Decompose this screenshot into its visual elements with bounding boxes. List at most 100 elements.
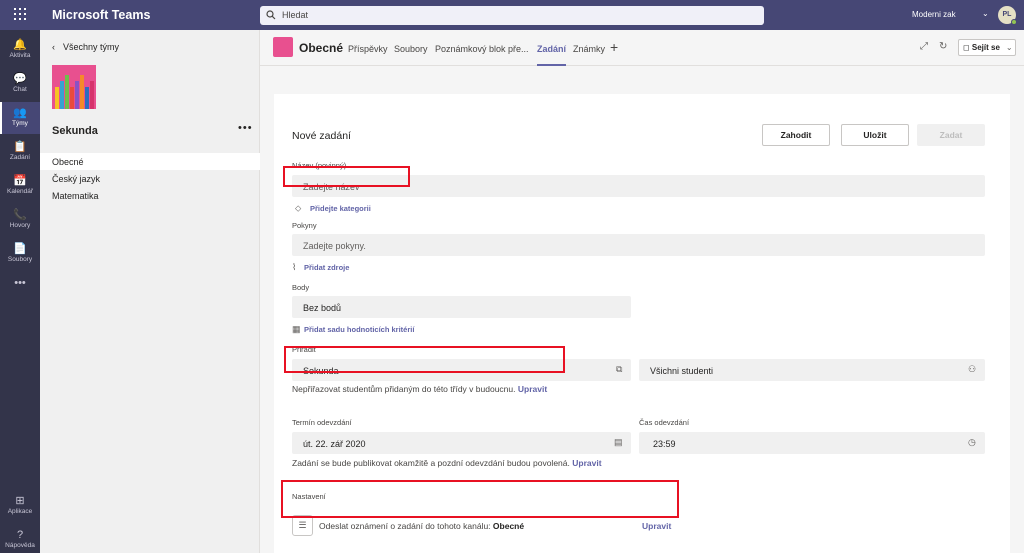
rail-label: Zadání [9, 154, 31, 161]
due-time-input[interactable]: 23:59 [639, 432, 985, 454]
teams-icon: 👥 [13, 107, 27, 119]
pencil-shape [60, 81, 64, 109]
tab-posts[interactable]: Příspěvky [348, 44, 388, 54]
calendar-icon[interactable]: ▤ [614, 437, 623, 448]
pencil-shape [65, 75, 69, 109]
clock-icon[interactable]: ◷ [968, 437, 976, 448]
main-area: Obecné Příspěvky Soubory Poznámkový blok… [260, 30, 1024, 553]
rail-item-5[interactable]: 📅 Kalendář [0, 170, 40, 202]
tag-icon: ⬦ [295, 203, 302, 213]
rail-label: Hovory [9, 222, 31, 229]
notify-label: Odeslat oznámení o zadání do tohoto kaná… [319, 521, 491, 531]
rail-item-6[interactable]: 📞 Hovory [0, 204, 40, 236]
title-bar: Microsoft Teams Hledat Moderni zak ⌄ PL [0, 0, 1024, 30]
add-resources-link[interactable]: Přidat zdroje [304, 263, 349, 272]
user-name[interactable]: Moderni zak [912, 10, 956, 19]
rail-item-2[interactable]: 💬 Chat [0, 68, 40, 100]
rail-label: Aplikace [7, 508, 33, 515]
tab-assignments[interactable]: Zadání [537, 44, 567, 66]
highlight-box-category [283, 166, 410, 187]
app-rail: 🔔 Aktivita 💬 Chat 👥 Týmy 📋 Zadání 📅 Kalendář 📞 Hovo… [0, 30, 40, 553]
rail-item-3[interactable]: 👥 Týmy [0, 102, 40, 134]
add-tab-icon[interactable]: + [610, 39, 618, 55]
notification-icon: ☰ [292, 515, 313, 536]
paperclip-icon: ⌇ [292, 262, 297, 272]
rail-item-4[interactable]: 📋 Zadání [0, 136, 40, 168]
highlight-box-future [284, 346, 565, 373]
rail-item-nápověda[interactable]: ? Nápověda [0, 524, 40, 553]
discard-button[interactable]: Zahodit [762, 124, 830, 146]
expand-icon[interactable]: ⤢ [920, 41, 928, 52]
refresh-icon[interactable]: ↻ [939, 41, 947, 52]
add-category-link[interactable]: Přidejte kategorii [310, 204, 371, 213]
rail-label: Chat [13, 86, 27, 93]
rail-item-7[interactable]: 📄 Soubory [0, 238, 40, 270]
back-label: Všechny týmy [63, 42, 120, 52]
tab-files[interactable]: Soubory [394, 44, 428, 54]
search-input[interactable]: Hledat [260, 6, 764, 25]
status-available-icon [1011, 19, 1017, 25]
tab-notebook[interactable]: Poznámkový blok pře... [435, 44, 529, 54]
chevron-down-icon: ⌄ [1005, 43, 1013, 52]
rail-label: Týmy [12, 120, 28, 127]
students-value: Všichni studenti [650, 366, 714, 376]
chat-icon: 💬 [13, 73, 27, 85]
video-icon: ◻ [963, 43, 972, 52]
channel-name: Obecné [299, 41, 344, 55]
search-icon [266, 10, 276, 20]
save-button[interactable]: Uložit [841, 124, 909, 146]
instructions-input[interactable]: Zadejte pokyny. [292, 234, 985, 256]
due-date-label: Termín odevzdání [292, 418, 352, 427]
chevron-down-icon[interactable]: ⌄ [982, 9, 989, 18]
rail-item-1[interactable]: 🔔 Aktivita [0, 34, 40, 66]
rail-item-8[interactable]: ••• [0, 272, 40, 304]
rail-item-aplikace[interactable]: ⊞ Aplikace [0, 490, 40, 522]
future-students-note: Nepřiřazovat studentům přidaným do této … [292, 384, 547, 394]
notify-channel-row: ☰ Odeslat oznámení o zadání do tohoto ka… [292, 514, 682, 542]
app-launcher-icon[interactable] [14, 8, 26, 20]
pencil-shape [90, 81, 94, 109]
pencil-shape [70, 87, 74, 109]
bell-icon: 🔔 [13, 39, 27, 51]
rail-label: Nápověda [5, 542, 35, 549]
meet-label: Sejít se [971, 43, 1000, 52]
channel-math[interactable]: Matematika [40, 187, 260, 204]
more-icon: ••• [14, 277, 26, 289]
meet-button[interactable]: ◻ Sejít se ⌄ [958, 39, 1016, 56]
channel-icon [273, 37, 293, 57]
notify-text: Odeslat oznámení o zadání do tohoto kaná… [319, 521, 524, 531]
team-name: Sekunda [52, 125, 98, 137]
avatar[interactable]: PL [998, 6, 1017, 25]
page-title: Nové zadání [292, 130, 351, 142]
students-select[interactable]: Všichni studenti [639, 359, 985, 381]
assign-button[interactable]: Zadat [917, 124, 985, 146]
future-edit-link[interactable]: Upravit [518, 384, 547, 394]
add-rubric-link[interactable]: Přidat sadu hodnoticích kritérií [304, 325, 414, 334]
team-picture [52, 65, 96, 109]
search-placeholder: Hledat [282, 10, 309, 20]
avatar-initials: PL [1002, 11, 1012, 18]
channel-header: Obecné Příspěvky Soubory Poznámkový blok… [260, 30, 1024, 66]
rail-label: Soubory [7, 256, 33, 263]
pencil-shape [80, 75, 84, 109]
help-icon: ? [16, 529, 24, 541]
channel-general[interactable]: Obecné [40, 153, 260, 170]
highlight-box-notify [281, 480, 679, 518]
points-label: Body [292, 283, 310, 292]
rail-label: Kalendář [6, 188, 34, 195]
back-to-teams-link[interactable]: ‹ Všechny týmy [52, 42, 127, 52]
publish-edit-link[interactable]: Upravit [572, 458, 601, 468]
notify-channel: Obecné [492, 521, 525, 531]
points-input[interactable]: Bez bodů [292, 296, 631, 318]
people-icon: ⚇ [968, 364, 977, 374]
team-panel: ‹ Všechny týmy Sekunda ••• Obecné Český j… [40, 30, 260, 553]
team-more-icon[interactable]: ••• [238, 122, 253, 134]
channel-czech[interactable]: Český jazyk [40, 170, 260, 187]
due-date-input[interactable]: út. 22. zář 2020 [292, 432, 631, 454]
assignments-icon: 📋 [13, 141, 27, 153]
pencil-shape [55, 87, 59, 109]
instructions-label: Pokyny [292, 221, 317, 230]
notify-edit-link[interactable]: Upravit [642, 521, 671, 531]
pencil-shape [85, 87, 89, 109]
tab-grades[interactable]: Známky [573, 44, 605, 54]
